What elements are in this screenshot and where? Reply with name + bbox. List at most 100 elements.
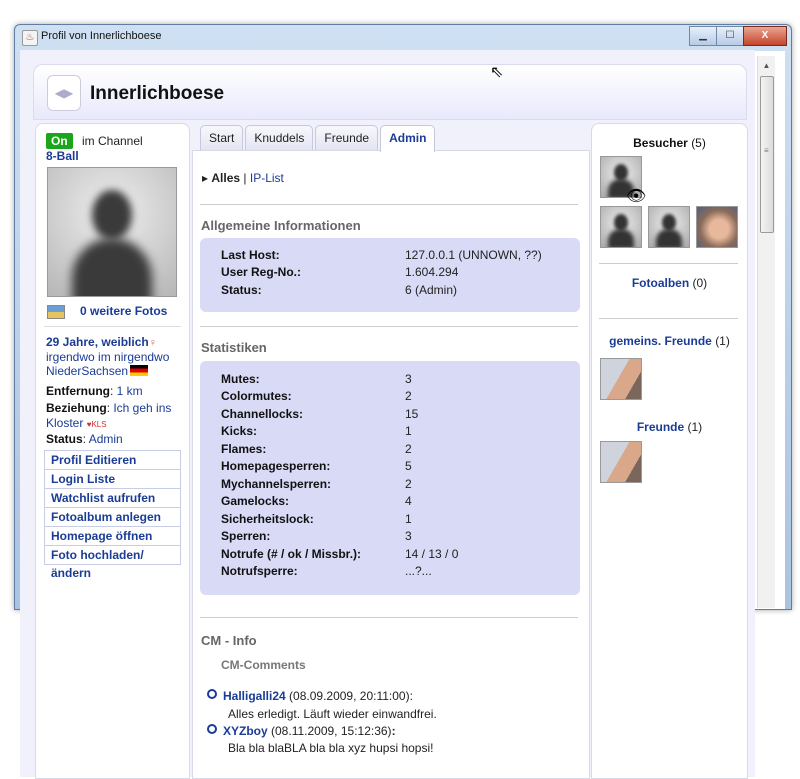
minimize-button[interactable]: ▁ [689, 26, 717, 46]
location-line-1: irgendwo im nirgendwo [46, 350, 170, 364]
distance-value: 1 km [116, 384, 143, 398]
divider [599, 263, 738, 264]
stats-row: Mychannelsperren: 2 [221, 477, 571, 494]
comment-text: Alles erledigt. Läuft wieder einwandfrei… [228, 707, 437, 721]
relationship: Beziehung: Ich geh ins Kloster ♥KLS [46, 401, 172, 430]
visitor-thumbnail[interactable] [696, 206, 738, 248]
age-gender: 29 Jahre, weiblich♀ [46, 335, 157, 349]
row-value: 5 [405, 459, 412, 473]
menu-watchlist[interactable]: Watchlist aufrufen [44, 488, 181, 507]
tab-knuddels[interactable]: Knuddels [245, 125, 314, 150]
scroll-up-arrow-icon[interactable]: ▲ [758, 58, 775, 74]
general-info-title: Allgemeine Informationen [201, 218, 361, 233]
row-value: 14 / 13 / 0 [405, 547, 459, 561]
tab-start[interactable]: Start [200, 125, 244, 150]
general-row: User Reg-No.: 1.604.294 [221, 265, 571, 282]
tab-freunde[interactable]: Freunde [315, 125, 379, 150]
profile-header: ◀▶ Innerlichboese [33, 64, 747, 120]
subnav-ip-list-link[interactable]: IP-List [250, 171, 284, 185]
scrollbar-thumb[interactable]: ≡ [760, 76, 774, 233]
comment-header: Halligalli24 (08.09.2009, 20:11:00): [207, 689, 413, 703]
bullet-icon [207, 724, 217, 734]
subnav-current: Alles [211, 171, 241, 185]
row-key: Flames: [221, 442, 267, 456]
row-key: Sperren: [221, 529, 271, 543]
row-value: 15 [405, 407, 419, 421]
section-divider [200, 204, 578, 205]
mutual-friend-thumbnail[interactable] [600, 358, 642, 400]
visitors-title: Besucher (5) [592, 136, 747, 150]
status-value: Admin [88, 432, 123, 446]
status-label: Status [46, 432, 83, 446]
cm-info-title: CM - Info [201, 633, 257, 648]
silhouette-body [72, 238, 152, 296]
statistics-box: Mutes: 3 Colormutes: 2 Channellocks: 15 Kic… [200, 361, 580, 595]
comment-author-link[interactable]: XYZboy [223, 724, 268, 738]
section-divider [200, 617, 578, 618]
menu-foto-hochladen[interactable]: Foto hochladen/ändern [44, 545, 181, 580]
row-value: 3 [405, 529, 412, 543]
title-bar[interactable]: ♨ Profil von Innerlichboese ▁ ☐ X [15, 25, 791, 49]
stats-row: Notrufsperre:...?... [221, 564, 571, 581]
friends-count: (1) [687, 420, 703, 434]
photos-icon [47, 305, 65, 319]
row-key: Sicherheitslock: [221, 512, 314, 526]
row-key: Kicks: [221, 424, 258, 438]
albums-title[interactable]: Fotoalben (0) [592, 276, 747, 290]
comment-date: (08.11.2009, 15:12:36) [271, 724, 392, 738]
comment-author-link[interactable]: Halligalli24 [223, 689, 286, 703]
friend-thumbnail[interactable] [600, 441, 642, 483]
stats-row: Kicks: 1 [221, 424, 571, 441]
comment-header: XYZboy (08.11.2009, 15:12:36): [207, 724, 396, 738]
menu-profil-editieren[interactable]: Profil Editieren [44, 450, 181, 469]
maximize-button[interactable]: ☐ [716, 26, 744, 46]
distance-label: Entfernung [46, 384, 110, 398]
row-key: Gamelocks: [221, 494, 290, 508]
row-value: 1.604.294 [405, 265, 459, 279]
profile-menu: Profil Editieren Login Liste Watchlist a… [44, 450, 181, 580]
grip-icon: ≡ [764, 146, 769, 155]
row-key: Notrufe (# / ok / Missbr.): [221, 547, 362, 561]
subnav-separator: | [243, 171, 247, 185]
row-value: 2 [405, 442, 412, 456]
stats-row: Homepagesperren: 5 [221, 459, 571, 476]
stats-row: Flames: 2 [221, 442, 571, 459]
menu-login-liste[interactable]: Login Liste [44, 469, 181, 488]
stats-row: Sicherheitslock: 1 [221, 512, 571, 529]
friends-title[interactable]: Freunde (1) [592, 420, 747, 434]
relationship-label: Beziehung [46, 401, 107, 415]
germany-flag-icon [130, 365, 149, 376]
comment-date-colon: : [391, 724, 396, 738]
row-key: Mychannelsperren: [221, 477, 332, 491]
visitor-thumbnail[interactable] [648, 206, 690, 248]
cm-comments-title: CM-Comments [221, 658, 306, 672]
row-key: Homepagesperren: [221, 459, 331, 473]
visitor-thumbnail[interactable] [600, 206, 642, 248]
online-badge: On [46, 133, 73, 149]
mutual-friends-title[interactable]: gemeins. Freunde (1) [592, 334, 747, 348]
row-key: Channellocks: [221, 407, 304, 421]
channel-link[interactable]: 8-Ball [46, 149, 79, 163]
comment-text: Bla bla blaBLA bla bla xyz hupsi hopsi! [228, 741, 434, 755]
age-gender-text: 29 Jahre, weiblich [46, 335, 149, 349]
divider [44, 326, 181, 327]
stats-row: Gamelocks: 4 [221, 494, 571, 511]
menu-homepage-oeffnen[interactable]: Homepage öffnen [44, 526, 181, 545]
profile-name: Innerlichboese [90, 83, 225, 104]
row-value: 127.0.0.1 (UNNOWN, ??) [405, 248, 542, 262]
row-value: 3 [405, 372, 412, 386]
bullet-icon [207, 689, 217, 699]
avatar[interactable] [47, 167, 177, 297]
row-value: 6 (Admin) [405, 283, 458, 297]
vertical-scrollbar[interactable]: ▲ ≡ [757, 56, 775, 608]
row-key: Last Host: [221, 248, 280, 262]
close-button[interactable]: X [743, 26, 787, 46]
more-photos-link[interactable]: 0 weitere Fotos [80, 304, 167, 318]
row-key: Status: [221, 283, 262, 297]
general-row: Status: 6 (Admin) [221, 283, 571, 300]
comment-date: (08.09.2009, 20:11:00): [289, 689, 413, 703]
row-key: Notrufsperre: [221, 564, 298, 578]
triangle-right-icon: ▸ [202, 171, 209, 185]
menu-fotoalbum-anlegen[interactable]: Fotoalbum anlegen [44, 507, 181, 526]
tab-admin[interactable]: Admin [380, 125, 436, 152]
